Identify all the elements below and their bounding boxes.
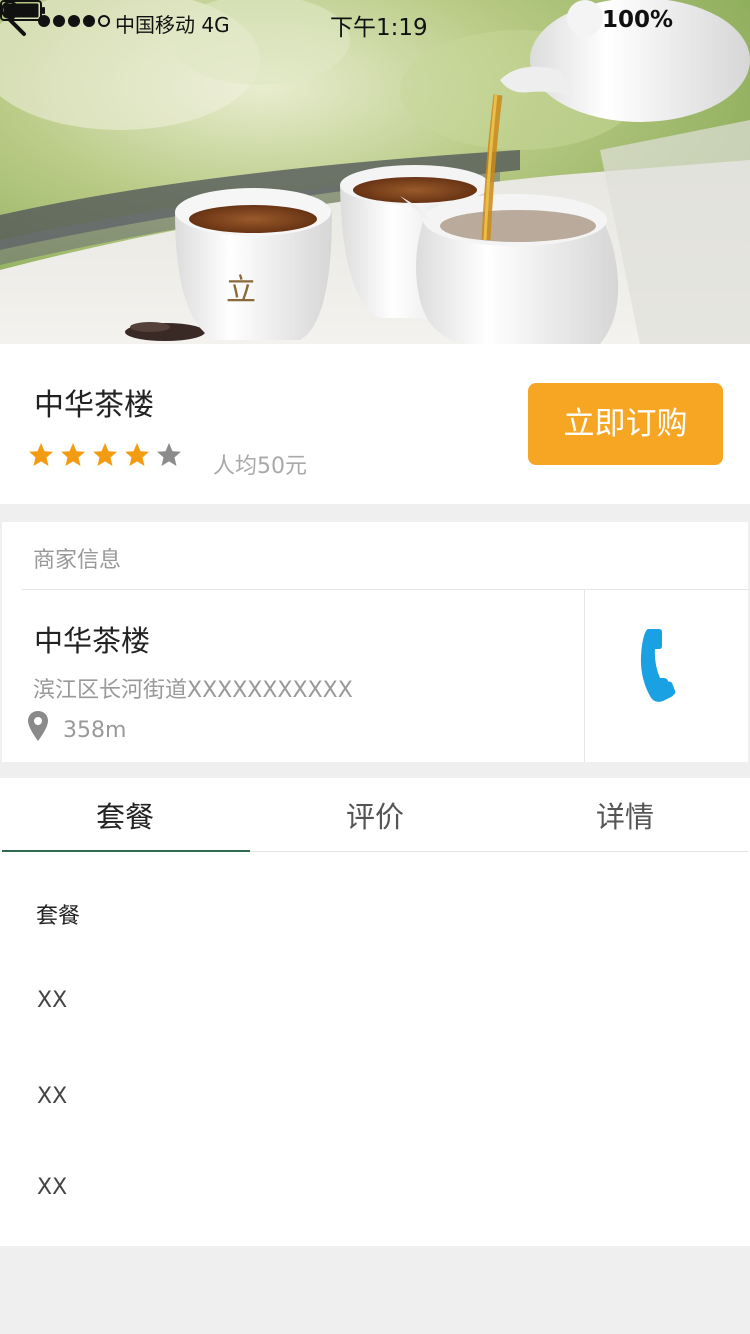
shop-name: 中华茶楼 <box>34 388 154 423</box>
shop-header: 中华茶楼 人均50元 立即订购 <box>0 344 750 504</box>
merchant-section-title: 商家信息 <box>33 548 122 573</box>
package-item[interactable]: XX <box>37 1084 67 1109</box>
order-now-button[interactable]: 立即订购 <box>528 383 723 465</box>
average-price: 人均50元 <box>213 454 307 479</box>
hero-image: 立 中国移动 4G 下午1:19 100% <box>0 0 750 344</box>
tab-reviews[interactable]: 评价 <box>250 778 500 852</box>
tabs-section: 套餐 评价 详情 套餐 XX XX XX <box>0 778 750 1246</box>
phone-icon <box>640 629 676 702</box>
svg-text:立: 立 <box>226 273 256 308</box>
merchant-address[interactable]: 滨江区长河街道XXXXXXXXXXX <box>33 672 353 704</box>
package-item[interactable]: XX <box>37 988 67 1013</box>
back-chevron-icon[interactable] <box>0 0 32 40</box>
signal-strength-icon <box>38 15 110 27</box>
star-empty-icon <box>157 443 181 466</box>
package-heading: 套餐 <box>36 904 81 929</box>
battery-percentage: 100% <box>602 7 674 33</box>
merchant-name: 中华茶楼 <box>34 624 151 658</box>
star-filled-icon <box>29 443 53 466</box>
carrier-label: 中国移动 4G <box>115 13 230 37</box>
star-filled-icon <box>61 443 85 466</box>
tea-photo: 立 <box>0 0 750 344</box>
tab-package[interactable]: 套餐 <box>0 778 250 852</box>
active-tab-indicator <box>2 850 250 852</box>
merchant-distance: 358m <box>63 718 127 743</box>
tab-details[interactable]: 详情 <box>500 778 750 852</box>
merchant-info-card: 商家信息 中华茶楼 滨江区长河街道XXXXXXXXXXX 358m <box>2 522 748 762</box>
package-item[interactable]: XX <box>37 1175 67 1200</box>
call-button[interactable] <box>585 590 748 762</box>
status-bar: 中国移动 4G 下午1:19 100% <box>0 0 750 44</box>
divider <box>250 851 748 852</box>
status-time: 下午1:19 <box>330 15 428 41</box>
map-pin-icon <box>28 711 48 741</box>
star-filled-icon <box>125 443 149 466</box>
star-filled-icon <box>93 443 117 466</box>
